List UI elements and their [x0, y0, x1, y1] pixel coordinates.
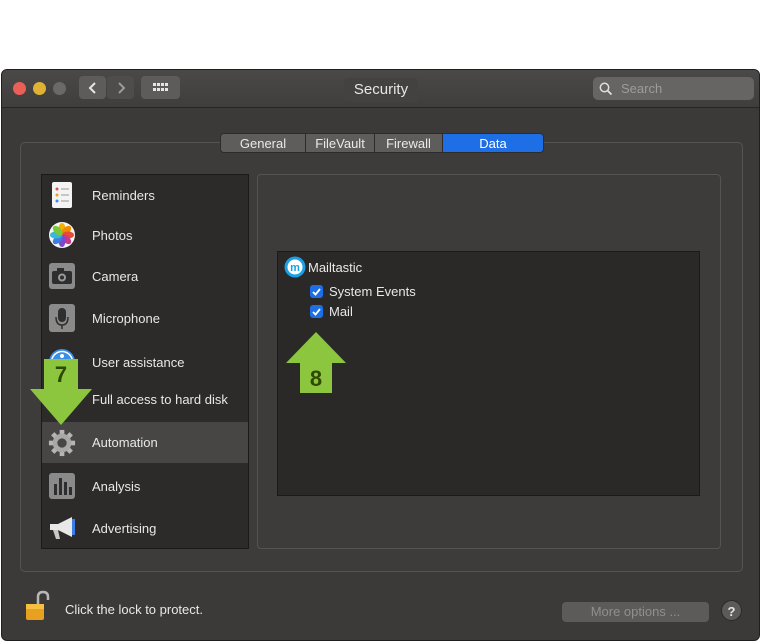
sidebar-item-photos[interactable]: Photos: [42, 215, 248, 255]
zoom-button[interactable]: [53, 82, 66, 95]
search-icon: [599, 82, 613, 95]
svg-text:m: m: [290, 262, 300, 274]
sidebar-item-label: Reminders: [92, 187, 155, 203]
sidebar-item-analysis[interactable]: Analysis: [42, 465, 248, 507]
sidebar-item-camera[interactable]: Camera: [42, 255, 248, 297]
show-all-button[interactable]: [141, 76, 180, 99]
mail-checkbox[interactable]: [310, 305, 323, 318]
close-button[interactable]: [13, 82, 26, 95]
search-placeholder: Search: [621, 81, 663, 96]
sidebar-item-label: Photos: [92, 227, 133, 243]
sidebar-item-label: Automation: [92, 435, 158, 450]
grid-icon: [152, 82, 168, 91]
tab-bar: General FileVault Firewall Data protecti…: [220, 133, 544, 153]
photos-icon: [48, 221, 76, 249]
sidebar-item-label: Full access to hard disk: [92, 391, 228, 407]
tab-filevault[interactable]: FileVault: [306, 134, 375, 152]
app-row-system-events[interactable]: System Events: [310, 284, 416, 299]
more-options-button[interactable]: More options ...: [562, 602, 709, 622]
sidebar-item-advertising[interactable]: Advertising: [42, 507, 248, 549]
advertising-icon: [48, 514, 76, 542]
search-field[interactable]: Search: [593, 77, 754, 100]
sidebar-item-microphone[interactable]: Microphone: [42, 297, 248, 339]
step-7-arrow: 7: [30, 359, 92, 425]
tab-data-protection[interactable]: Data protection: [443, 134, 543, 152]
step-8-number: 8: [310, 366, 322, 391]
reminders-icon: [48, 181, 76, 209]
minimize-button[interactable]: [33, 82, 46, 95]
system-events-checkbox[interactable]: [310, 285, 323, 298]
tab-firewall[interactable]: Firewall: [375, 134, 443, 152]
unlocked-padlock-icon[interactable]: [24, 590, 50, 622]
sidebar-item-reminders[interactable]: Reminders: [42, 175, 248, 215]
window-title: Security: [344, 78, 418, 102]
sidebar-item-label: Analysis: [92, 478, 141, 494]
lock-message: Click the lock to protect.: [65, 602, 203, 617]
help-button[interactable]: ?: [721, 600, 742, 621]
step-7-number: 7: [55, 362, 67, 387]
chevron-left-icon: [88, 81, 96, 94]
step-8-arrow: 8: [286, 332, 346, 393]
forward-button[interactable]: [107, 76, 134, 99]
sidebar-item-label: Advertising: [92, 520, 157, 536]
app-row-mailtastic: m Mailtastic: [284, 256, 362, 278]
sidebar-item-label: Camera: [92, 268, 139, 284]
checkmark-icon: [312, 287, 321, 296]
title-bar: Security Search: [2, 70, 759, 108]
chevron-right-icon: [117, 81, 125, 94]
gear-icon: [48, 429, 76, 457]
app-name: Mailtastic: [308, 259, 363, 275]
checkbox-label: System Events: [329, 284, 416, 299]
checkmark-icon: [312, 307, 321, 316]
security-window: Security Search General FileVault Firewa…: [1, 69, 760, 641]
app-row-mail[interactable]: Mail: [310, 304, 353, 319]
microphone-icon: [48, 304, 76, 332]
analysis-icon: [48, 472, 76, 500]
tab-general[interactable]: General: [221, 134, 306, 152]
back-button[interactable]: [79, 76, 106, 99]
mailtastic-icon: m: [284, 256, 306, 278]
footer-bar: Click the lock to protect. More options …: [2, 582, 759, 640]
checkbox-label: Mail: [329, 304, 353, 319]
sidebar-item-automation[interactable]: Automation: [42, 422, 248, 463]
sidebar-item-label: Microphone: [92, 310, 160, 326]
sidebar-item-label: User assistance: [92, 354, 185, 370]
camera-icon: [48, 262, 76, 290]
